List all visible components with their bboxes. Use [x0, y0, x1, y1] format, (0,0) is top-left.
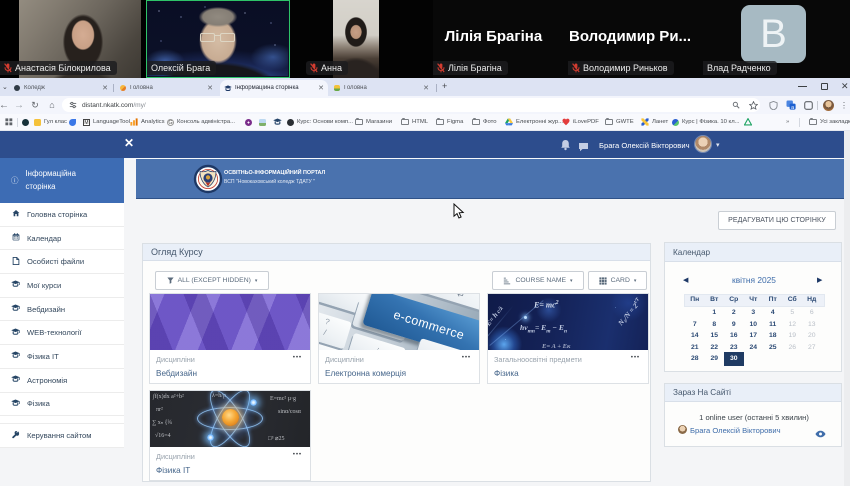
svg-text:a: a	[791, 105, 794, 110]
